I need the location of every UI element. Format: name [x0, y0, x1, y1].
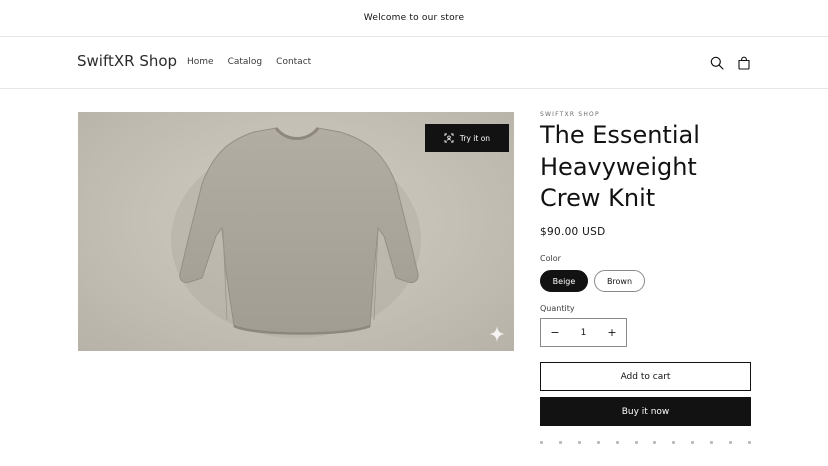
- main-nav: Home Catalog Contact: [187, 57, 311, 67]
- cut-off-text-row: [540, 441, 751, 447]
- quantity-decrease-button[interactable]: −: [541, 319, 569, 346]
- quantity-value[interactable]: 1: [581, 328, 587, 338]
- product-title: The Essential Heavyweight Crew Knit: [540, 121, 700, 212]
- product-vendor: SWIFTXR SHOP: [540, 111, 600, 118]
- announcement-text: Welcome to our store: [363, 13, 465, 23]
- buy-now-button[interactable]: Buy it now: [540, 397, 751, 426]
- ar-scan-icon: [444, 133, 454, 143]
- try-it-on-label: Try it on: [459, 133, 491, 143]
- nav-contact[interactable]: Contact: [276, 57, 311, 67]
- store-logo[interactable]: SwiftXR Shop: [77, 52, 177, 70]
- announcement-bar: Welcome to our store: [0, 0, 828, 37]
- add-to-cart-button[interactable]: Add to cart: [540, 362, 751, 391]
- try-it-on-button[interactable]: Try it on: [425, 124, 509, 152]
- nav-home[interactable]: Home: [187, 57, 214, 67]
- quantity-increase-button[interactable]: +: [598, 319, 626, 346]
- color-option-beige[interactable]: Beige: [540, 270, 588, 292]
- site-header: SwiftXR Shop Home Catalog Contact: [0, 38, 828, 89]
- quantity-label: Quantity: [540, 304, 575, 313]
- cart-icon[interactable]: [734, 53, 754, 73]
- sparkle-icon: [489, 326, 505, 342]
- nav-catalog[interactable]: Catalog: [228, 57, 263, 67]
- product-image[interactable]: Try it on: [78, 112, 514, 351]
- product-price: $90.00 USD: [540, 226, 606, 238]
- color-label: Color: [540, 254, 561, 263]
- quantity-stepper: − 1 +: [540, 318, 627, 347]
- search-icon[interactable]: [707, 53, 727, 73]
- color-option-brown[interactable]: Brown: [594, 270, 645, 292]
